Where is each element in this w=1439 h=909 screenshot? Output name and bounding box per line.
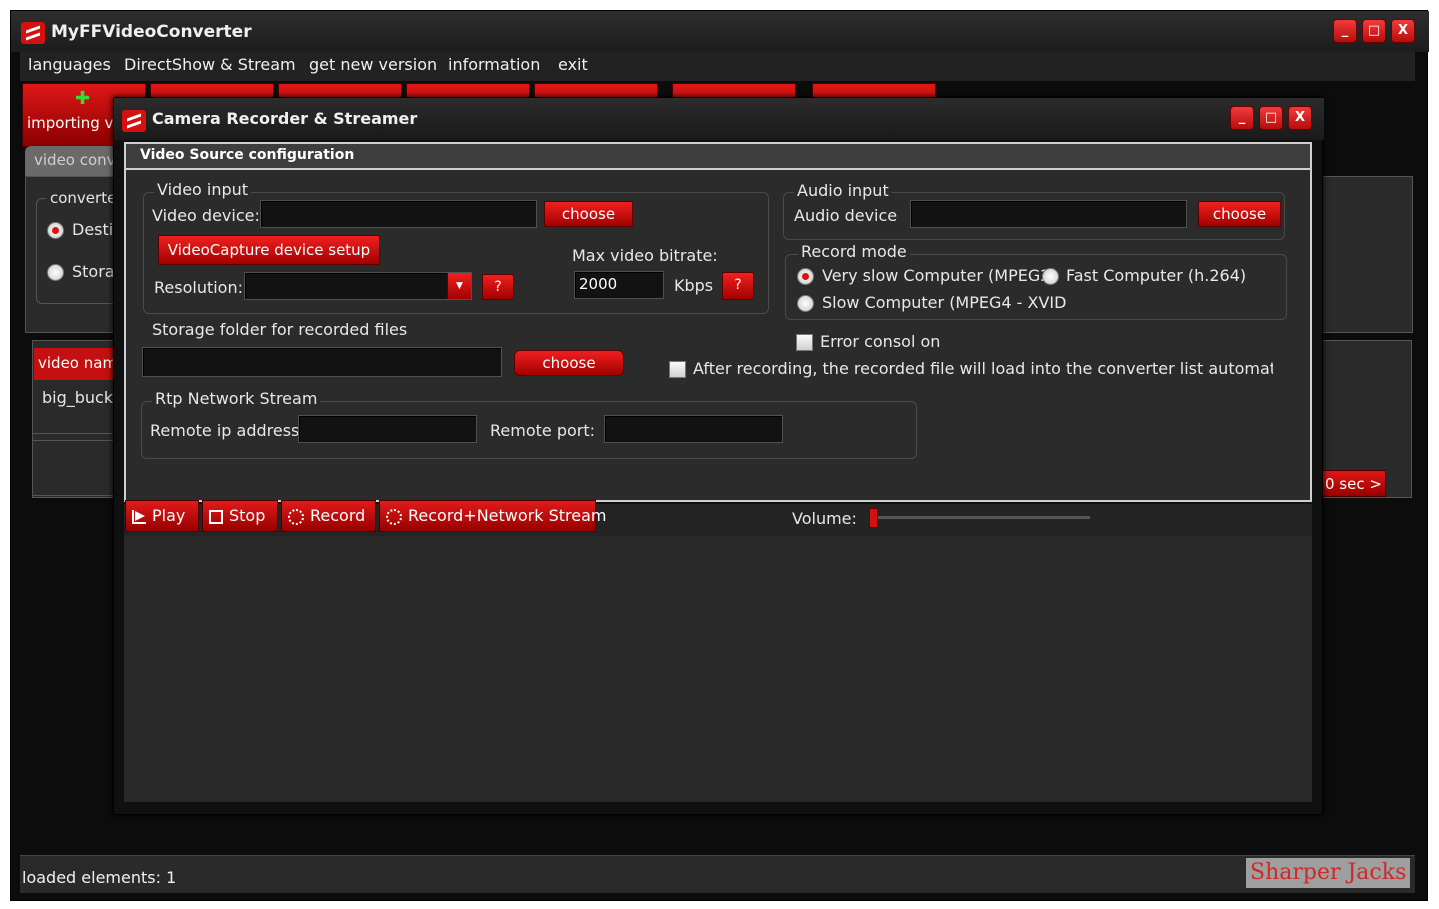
error-console-label: Error consol on — [820, 332, 941, 351]
record-mode-slow-label: Slow Computer (MPEG4 - XVID — [822, 293, 1067, 312]
dialog-minimize-button[interactable]: _ — [1230, 106, 1254, 130]
dialog-body: Video input Video device: choose VideoCa… — [124, 170, 1312, 502]
record-button-label: Record — [310, 506, 366, 525]
audio-input-group-label: Audio input — [794, 181, 892, 200]
menu-languages[interactable]: languages — [28, 55, 111, 74]
stop-button[interactable]: Stop — [202, 500, 278, 532]
bitrate-help-button[interactable]: ? — [722, 272, 754, 300]
volume-slider-handle[interactable] — [869, 508, 878, 528]
volume-slider-track[interactable] — [874, 516, 1090, 519]
close-button[interactable]: X — [1391, 19, 1415, 43]
auto-load-checkbox[interactable] — [669, 361, 686, 378]
video-device-field[interactable] — [260, 200, 537, 228]
record-mode-fast-radio[interactable] — [1042, 268, 1059, 285]
remote-port-label: Remote port: — [490, 421, 596, 440]
storage-folder-field[interactable] — [142, 347, 502, 377]
play-icon — [132, 509, 146, 524]
audio-device-label: Audio device — [794, 206, 898, 225]
main-titlebar: MyFFVideoConverter _ □ X — [11, 11, 1429, 52]
minimize-button[interactable]: _ — [1333, 19, 1357, 43]
app-logo-icon — [21, 22, 45, 44]
toolbar-import-label: importing vi — [27, 114, 118, 132]
video-device-choose-button[interactable]: choose — [544, 201, 633, 227]
next-seconds-button[interactable]: 0 sec > — [1320, 470, 1386, 497]
dialog-close-button[interactable]: X — [1288, 106, 1312, 130]
auto-load-label: After recording, the recorded file will … — [693, 359, 1273, 378]
menu-information[interactable]: information — [448, 55, 540, 74]
max-bitrate-label: Max video bitrate: — [572, 246, 718, 265]
storage-choose-button[interactable]: choose — [514, 350, 624, 376]
convert-group-label: converte — [46, 189, 121, 207]
error-console-checkbox[interactable] — [796, 334, 813, 351]
watermark-logo: Sharper Jacks — [1246, 858, 1410, 888]
video-source-config-header: Video Source configuration — [124, 142, 1312, 170]
record-mode-fast-label: Fast Computer (h.264) — [1066, 266, 1247, 285]
tab-video-conversion[interactable]: video conv — [25, 146, 125, 176]
status-loaded-elements: loaded elements: 1 — [22, 868, 177, 887]
bitrate-unit-label: Kbps — [674, 276, 714, 295]
remote-ip-label: Remote ip address: — [150, 421, 305, 440]
destination-radio[interactable] — [47, 222, 64, 239]
menu-directshow-stream[interactable]: DirectShow & Stream — [124, 55, 296, 74]
record-button[interactable]: Record — [281, 500, 376, 532]
video-input-group-label: Video input — [154, 180, 252, 199]
record-mode-very-slow-radio[interactable] — [797, 268, 814, 285]
record-icon — [288, 508, 304, 525]
rtp-stream-group-label: Rtp Network Stream — [152, 389, 321, 408]
audio-device-field[interactable] — [910, 200, 1187, 228]
menu-get-new-version[interactable]: get new version — [309, 55, 437, 74]
resolution-help-button[interactable]: ? — [482, 274, 514, 300]
camera-recorder-dialog: Camera Recorder & Streamer _ □ X Video S… — [113, 97, 1324, 815]
dialog-logo-icon — [122, 110, 146, 132]
record-mode-very-slow-label: Very slow Computer (MPEG2) — [822, 266, 1057, 285]
stop-icon — [209, 509, 223, 524]
volume-label: Volume: — [792, 509, 857, 528]
video-preview-area — [124, 536, 1312, 802]
storage-radio-label: Stora — [72, 262, 114, 281]
record-stream-icon — [386, 508, 402, 525]
record-mode-group-label: Record mode — [798, 242, 910, 261]
destination-radio-label: Destir — [72, 220, 114, 239]
menu-bar: languages DirectShow & Stream get new ve… — [20, 51, 1415, 81]
audio-device-choose-button[interactable]: choose — [1198, 201, 1281, 227]
storage-radio[interactable] — [47, 264, 64, 281]
bitrate-input[interactable]: 2000 — [574, 271, 664, 299]
menu-exit[interactable]: exit — [558, 55, 588, 74]
dialog-title: Camera Recorder & Streamer — [152, 109, 418, 128]
chevron-down-icon: ▼ — [447, 273, 471, 299]
plus-icon: ✚ — [75, 88, 91, 109]
remote-ip-field[interactable] — [298, 415, 477, 443]
resolution-label: Resolution: — [154, 278, 243, 297]
dialog-maximize-button[interactable]: □ — [1259, 106, 1283, 130]
dialog-titlebar: Camera Recorder & Streamer _ □ X — [114, 98, 1324, 140]
record-network-stream-button[interactable]: Record+Network Stream — [379, 500, 606, 532]
status-bar — [20, 855, 1415, 893]
storage-folder-label: Storage folder for recorded files — [152, 320, 408, 339]
app-title: MyFFVideoConverter — [51, 22, 252, 42]
video-device-label: Video device: — [152, 206, 260, 225]
record-stream-button-label: Record+Network Stream — [408, 506, 607, 525]
stop-button-label: Stop — [229, 506, 266, 525]
list-item-name: big_buck_ — [42, 388, 114, 407]
play-button[interactable]: Play — [125, 500, 199, 532]
maximize-button[interactable]: □ — [1362, 19, 1386, 43]
play-button-label: Play — [152, 506, 186, 525]
record-mode-slow-radio[interactable] — [797, 295, 814, 312]
timeline-panel — [32, 440, 126, 496]
resolution-dropdown[interactable]: ▼ — [244, 272, 472, 300]
remote-port-field[interactable] — [604, 415, 783, 443]
videocapture-setup-button[interactable]: VideoCapture device setup — [158, 235, 380, 265]
